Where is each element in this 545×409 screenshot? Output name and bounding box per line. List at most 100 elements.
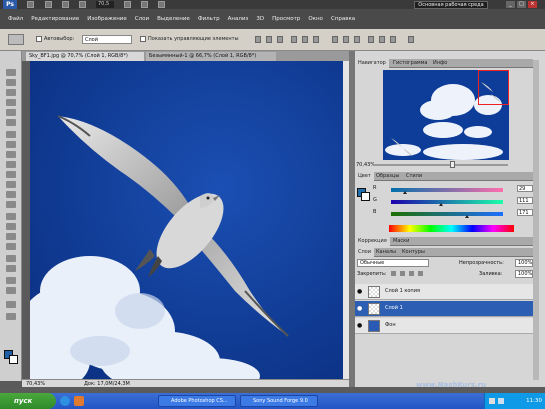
zoom-tool-icon[interactable] bbox=[6, 287, 16, 294]
start-button[interactable]: пуск bbox=[0, 393, 56, 409]
3d-rotate-tool-icon[interactable] bbox=[6, 255, 16, 262]
lock-pixels-icon[interactable] bbox=[400, 271, 405, 276]
menu-window[interactable]: Окно bbox=[304, 16, 327, 22]
screen-mode-icon[interactable] bbox=[158, 1, 165, 8]
tray-icon[interactable] bbox=[489, 398, 495, 404]
hand-tool-icon[interactable] bbox=[6, 277, 16, 284]
path-selection-tool-icon[interactable] bbox=[6, 233, 16, 240]
zoom-level-field[interactable]: 70,5 bbox=[96, 1, 114, 8]
eyedropper-tool-icon[interactable] bbox=[6, 119, 16, 126]
marquee-tool-icon[interactable] bbox=[6, 79, 16, 86]
tab-navigator[interactable]: Навигатор bbox=[355, 59, 389, 68]
menu-select[interactable]: Выделение bbox=[153, 16, 194, 22]
pen-tool-icon[interactable] bbox=[6, 213, 16, 220]
move-tool-preset-icon[interactable] bbox=[8, 34, 24, 45]
dodge-tool-icon[interactable] bbox=[6, 201, 16, 208]
tab-color[interactable]: Цвет bbox=[355, 172, 374, 181]
doc-tab[interactable]: Безымянный-1 @ 66,7% (Слой 1, RGB/8*) bbox=[146, 52, 276, 61]
align-top-icon[interactable] bbox=[255, 36, 261, 43]
3d-orbit-tool-icon[interactable] bbox=[6, 265, 16, 272]
hand-tool-icon[interactable] bbox=[62, 1, 69, 8]
align-right-icon[interactable] bbox=[313, 36, 319, 43]
zoom-tool-icon[interactable] bbox=[79, 1, 86, 8]
background-color-swatch[interactable] bbox=[9, 355, 18, 364]
volume-icon[interactable] bbox=[498, 398, 504, 404]
gradient-tool-icon[interactable] bbox=[6, 181, 16, 188]
menu-layers[interactable]: Слои bbox=[131, 16, 153, 22]
red-value-field[interactable]: 29 bbox=[517, 185, 533, 192]
fill-field[interactable]: 100% bbox=[515, 270, 533, 278]
tab-info[interactable]: Инфо bbox=[430, 59, 450, 68]
blue-slider[interactable] bbox=[391, 212, 503, 216]
lasso-tool-icon[interactable] bbox=[6, 89, 16, 96]
menu-filter[interactable]: Фильтр bbox=[194, 16, 224, 22]
distribute-right-icon[interactable] bbox=[390, 36, 396, 43]
layer-row-selected[interactable]: ● Слой 1 bbox=[355, 301, 533, 317]
menu-image[interactable]: Изображение bbox=[83, 16, 131, 22]
bridge-icon[interactable] bbox=[27, 1, 34, 8]
show-controls-checkbox[interactable] bbox=[140, 36, 146, 42]
align-vcenter-icon[interactable] bbox=[266, 36, 272, 43]
tab-styles[interactable]: Стили bbox=[403, 172, 425, 181]
navigator-preview[interactable] bbox=[383, 70, 509, 160]
rotate-view-icon[interactable] bbox=[124, 1, 131, 8]
taskbar-item-sound-forge[interactable]: Sony Sound Forge 9.0 bbox=[240, 395, 318, 407]
visibility-eye-icon[interactable]: ● bbox=[357, 288, 364, 295]
layer-row[interactable]: ● Слой 1 копия bbox=[355, 284, 533, 300]
blue-value-field[interactable]: 171 bbox=[517, 209, 533, 216]
close-button[interactable]: × bbox=[528, 1, 537, 8]
type-tool-icon[interactable] bbox=[6, 223, 16, 230]
minimize-button[interactable]: _ bbox=[506, 1, 515, 8]
history-brush-tool-icon[interactable] bbox=[6, 161, 16, 168]
visibility-eye-icon[interactable]: ● bbox=[357, 305, 364, 312]
autoselect-dropdown[interactable]: Слой bbox=[82, 35, 132, 44]
document-canvas[interactable] bbox=[30, 61, 349, 379]
view-extras-icon[interactable] bbox=[45, 1, 52, 8]
layer-row[interactable]: ● Фон bbox=[355, 318, 533, 334]
move-tool-icon[interactable] bbox=[6, 69, 16, 76]
clock[interactable]: 11:30 bbox=[526, 393, 542, 409]
opacity-field[interactable]: 100% bbox=[515, 259, 533, 267]
lock-position-icon[interactable] bbox=[409, 271, 414, 276]
navigator-slider-thumb[interactable] bbox=[450, 161, 455, 168]
panels-scrollbar[interactable] bbox=[533, 60, 539, 380]
align-left-icon[interactable] bbox=[291, 36, 297, 43]
visibility-eye-icon[interactable]: ● bbox=[357, 322, 364, 329]
crop-tool-icon[interactable] bbox=[6, 109, 16, 116]
menu-analysis[interactable]: Анализ bbox=[224, 16, 253, 22]
maximize-button[interactable]: □ bbox=[517, 1, 526, 8]
healing-brush-tool-icon[interactable] bbox=[6, 131, 16, 138]
menu-help[interactable]: Справка bbox=[327, 16, 359, 22]
menu-3d[interactable]: 3D bbox=[252, 16, 268, 22]
menu-edit[interactable]: Редактирование bbox=[27, 16, 83, 22]
quick-launch-icon[interactable] bbox=[74, 396, 84, 406]
tab-histogram[interactable]: Гистограмма bbox=[390, 59, 431, 68]
taskbar-item-photoshop[interactable]: Adobe Photoshop CS... bbox=[158, 395, 236, 407]
auto-align-icon[interactable] bbox=[408, 36, 414, 43]
distribute-vcenter-icon[interactable] bbox=[343, 36, 349, 43]
tab-adjustments[interactable]: Коррекция bbox=[355, 237, 390, 246]
workspace-switcher[interactable]: Основная рабочая среда bbox=[414, 1, 488, 9]
color-background-swatch[interactable] bbox=[361, 192, 370, 201]
eraser-tool-icon[interactable] bbox=[6, 171, 16, 178]
arrange-documents-icon[interactable] bbox=[141, 1, 148, 8]
tab-paths[interactable]: Контуры bbox=[399, 248, 428, 257]
lock-transparency-icon[interactable] bbox=[391, 271, 396, 276]
green-slider[interactable] bbox=[391, 200, 503, 204]
distribute-hcenter-icon[interactable] bbox=[379, 36, 385, 43]
shape-tool-icon[interactable] bbox=[6, 243, 16, 250]
align-bottom-icon[interactable] bbox=[277, 36, 283, 43]
clone-stamp-tool-icon[interactable] bbox=[6, 151, 16, 158]
navigator-view-box[interactable] bbox=[478, 70, 509, 105]
tab-layers[interactable]: Слои bbox=[355, 248, 374, 257]
align-hcenter-icon[interactable] bbox=[302, 36, 308, 43]
distribute-bottom-icon[interactable] bbox=[354, 36, 360, 43]
screen-mode-icon[interactable] bbox=[6, 313, 16, 320]
menu-file[interactable]: Файл bbox=[4, 16, 27, 22]
blend-mode-dropdown[interactable]: Обычные bbox=[357, 259, 429, 267]
quick-selection-tool-icon[interactable] bbox=[6, 99, 16, 106]
brush-tool-icon[interactable] bbox=[6, 141, 16, 148]
blur-tool-icon[interactable] bbox=[6, 191, 16, 198]
lock-all-icon[interactable] bbox=[418, 271, 423, 276]
distribute-top-icon[interactable] bbox=[332, 36, 338, 43]
